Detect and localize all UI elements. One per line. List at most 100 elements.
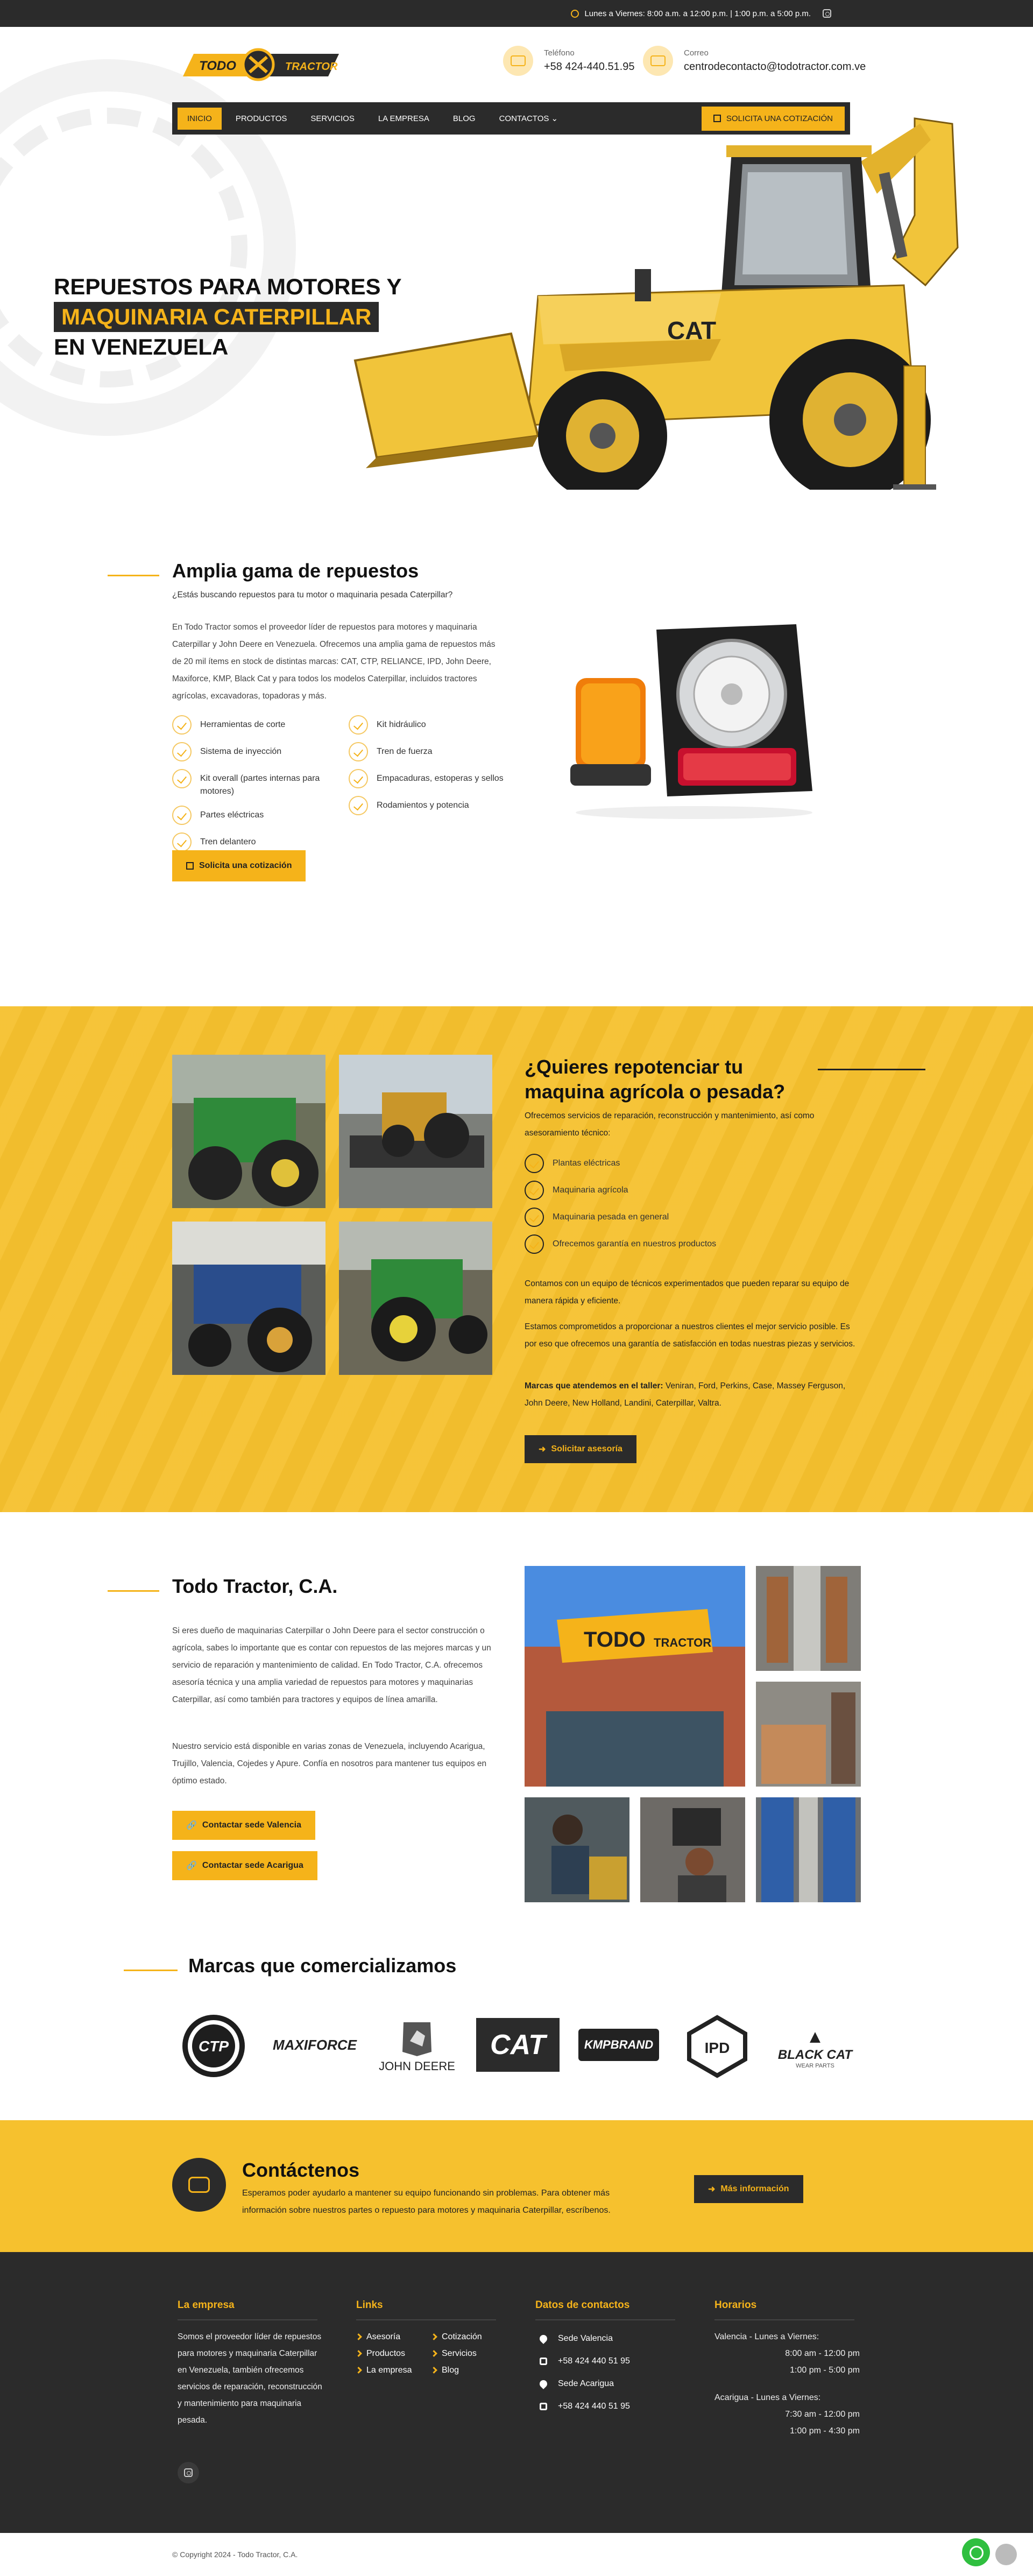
contact-valencia-button[interactable]: 🔗 Contactar sede Valencia [172, 1811, 316, 1840]
footer-hours-title: Horarios [714, 2299, 757, 2311]
brands-title: Marcas que comercializamos [188, 1954, 457, 1977]
copyright-text: © Copyright 2024 - Todo Tractor, C.A. [172, 2550, 298, 2559]
phone-icon [503, 46, 533, 76]
contact-acarigua-button[interactable]: 🔗 Contactar sede Acarigua [172, 1851, 317, 1880]
footer-link-la-empresa[interactable]: La empresa [355, 2362, 412, 2379]
site-logo[interactable]: TODO TRACTOR [183, 43, 344, 86]
list-item: Herramientas de corte [172, 715, 334, 735]
nav-item-contactos[interactable]: CONTACTOS ⌄ [490, 107, 568, 130]
nav-item-blog[interactable]: BLOG [443, 108, 485, 130]
footer-divider [714, 2319, 854, 2320]
footer-link-label: La empresa [366, 2365, 412, 2375]
email-value[interactable]: centrodecontacto@todotractor.com.ve [684, 61, 866, 73]
footer-link-servicios[interactable]: Servicios [430, 2345, 482, 2362]
footer-link-cotizacion[interactable]: Cotización [430, 2328, 482, 2345]
footer-link-blog[interactable]: Blog [430, 2362, 482, 2379]
photo-blue-tractor [172, 1222, 326, 1375]
mail-icon [643, 46, 673, 76]
hours-acarigua-afternoon: 1:00 pm - 4:30 pm [790, 2426, 860, 2436]
phone-value[interactable]: +58 424-440.51.95 [544, 61, 635, 73]
repower-paragraph-1: Contamos con un equipo de técnicos exper… [525, 1279, 850, 1305]
list-item: Tren delantero [172, 832, 334, 852]
repower-brands-label: Marcas que atendemos en el taller: [525, 1381, 663, 1391]
footer-link-label: Servicios [442, 2348, 477, 2358]
chevron-right-icon [430, 2350, 437, 2357]
brand-logo-ipd: IPD [683, 2013, 751, 2080]
whatsapp-button[interactable] [962, 2538, 990, 2566]
list-item: Partes eléctricas [172, 806, 334, 825]
spare-parts-image [570, 624, 812, 819]
footer-instagram-button[interactable] [178, 2462, 199, 2483]
hero-title: REPUESTOS PARA MOTORES Y MAQUINARIA CATE… [54, 272, 401, 362]
list-item-label: Empacaduras, estoperas y sellos [377, 774, 504, 783]
brand-name: MAXIFORCE [273, 2036, 357, 2053]
footer-contact-item[interactable]: +58 424 440 51 95 [540, 2395, 630, 2418]
check-icon [172, 742, 192, 761]
scroll-to-top-button[interactable] [995, 2544, 1017, 2565]
list-item: Maquinaria pesada en general [525, 1208, 804, 1227]
header-phone[interactable]: Teléfono +58 424-440.51.95 [503, 46, 635, 76]
map-pin-icon [538, 2379, 549, 2389]
list-item: Empacaduras, estoperas y sellos [349, 769, 521, 788]
nav-item-productos[interactable]: PRODUCTOS [226, 108, 297, 130]
opening-hours: Lunes a Viernes: 8:00 a.m. a 12:00 p.m. … [571, 9, 811, 18]
nav-item-servicios[interactable]: SERVICIOS [301, 108, 364, 130]
chevron-down-icon: ⌄ [551, 114, 558, 123]
hours-acarigua-morning: 7:30 am - 12:00 pm [785, 2410, 860, 2419]
repower-list: Plantas eléctricas Maquinaria agrícola M… [525, 1154, 804, 1265]
repower-section: ¿Quieres repotenciar tu maquina agrícola… [0, 1006, 1033, 1512]
phone-label: Teléfono [544, 48, 575, 58]
list-item: Plantas eléctricas [525, 1154, 804, 1173]
footer-link-productos[interactable]: Productos [355, 2345, 412, 2362]
contact-valencia-label: Contactar sede Valencia [202, 1820, 302, 1830]
company-section: Todo Tractor, C.A. Si eres dueño de maqu… [0, 1512, 1033, 2120]
copyright-bar: © Copyright 2024 - Todo Tractor, C.A. [0, 2533, 1033, 2576]
brand-name: CTP [199, 2038, 229, 2055]
request-quote-button-secondary[interactable]: Solicita una cotización [172, 850, 306, 881]
more-info-button[interactable]: ➜ Más información [694, 2175, 803, 2203]
list-item-label: Rodamientos y potencia [377, 801, 469, 810]
footer-contact-item[interactable]: Sede Acarigua [538, 2373, 630, 2395]
brand-name: BLACK CAT [777, 2047, 853, 2062]
footer-contact-item[interactable]: +58 424 440 51 95 [540, 2350, 630, 2373]
footer-contact-item[interactable]: Sede Valencia [538, 2327, 630, 2350]
hours-valencia-morning: 8:00 am - 12:00 pm [785, 2349, 860, 2358]
instagram-icon [184, 2468, 193, 2477]
nav-item-inicio[interactable]: INICIO [178, 107, 222, 130]
hours-valencia-label: Valencia - Lunes a Viernes: [714, 2332, 819, 2341]
hero-title-highlight: MAQUINARIA CATERPILLAR [54, 302, 379, 332]
repower-brands: Marcas que atendemos en el taller: Venir… [525, 1378, 858, 1412]
check-icon [349, 742, 368, 761]
section-accent-line [108, 575, 159, 576]
footer-link-label: Productos [366, 2348, 406, 2358]
more-info-label: Más información [720, 2184, 789, 2193]
section-accent-line [108, 1590, 159, 1592]
request-advice-button[interactable]: ➜ Solicitar asesoría [525, 1435, 636, 1463]
footer-contact-list: Sede Valencia +58 424 440 51 95 Sede Aca… [538, 2327, 630, 2418]
phone-icon [540, 2358, 547, 2365]
chat-icon [172, 2158, 226, 2212]
list-item: Tren de fuerza [349, 742, 521, 761]
list-item-label: Kit overall (partes internas para motore… [200, 774, 320, 796]
footer-link-asesoria[interactable]: Asesoría [355, 2328, 412, 2345]
photo-technician-1 [525, 1797, 629, 1902]
chevron-right-icon [355, 2350, 362, 2357]
request-quote-button[interactable]: SOLICITA UNA COTIZACIÓN [701, 106, 845, 131]
contact-acarigua-label: Contactar sede Acarigua [202, 1861, 303, 1870]
logo-text-2: TRACTOR [285, 61, 338, 73]
footer-divider [356, 2319, 496, 2320]
instagram-icon[interactable] [823, 9, 831, 18]
brand-name: JOHN DEERE [379, 2059, 455, 2073]
header-email[interactable]: Correo centrodecontacto@todotractor.com.… [643, 46, 866, 76]
chevron-right-icon [355, 2333, 362, 2340]
company-paragraph-1: Si eres dueño de maquinarias Caterpillar… [172, 1626, 491, 1704]
check-icon [349, 769, 368, 788]
cat-head-icon: ▲ [806, 2026, 824, 2047]
check-icon [349, 715, 368, 735]
document-icon [186, 862, 194, 870]
list-item: Rodamientos y potencia [349, 796, 521, 815]
store-sign-text-2: TRACTOR [654, 1636, 711, 1649]
cta-text: Esperamos poder ayudarlo a mantener su e… [242, 2189, 611, 2215]
nav-item-la-empresa[interactable]: LA EMPRESA [369, 108, 439, 130]
link-icon: 🔗 [186, 1861, 197, 1871]
